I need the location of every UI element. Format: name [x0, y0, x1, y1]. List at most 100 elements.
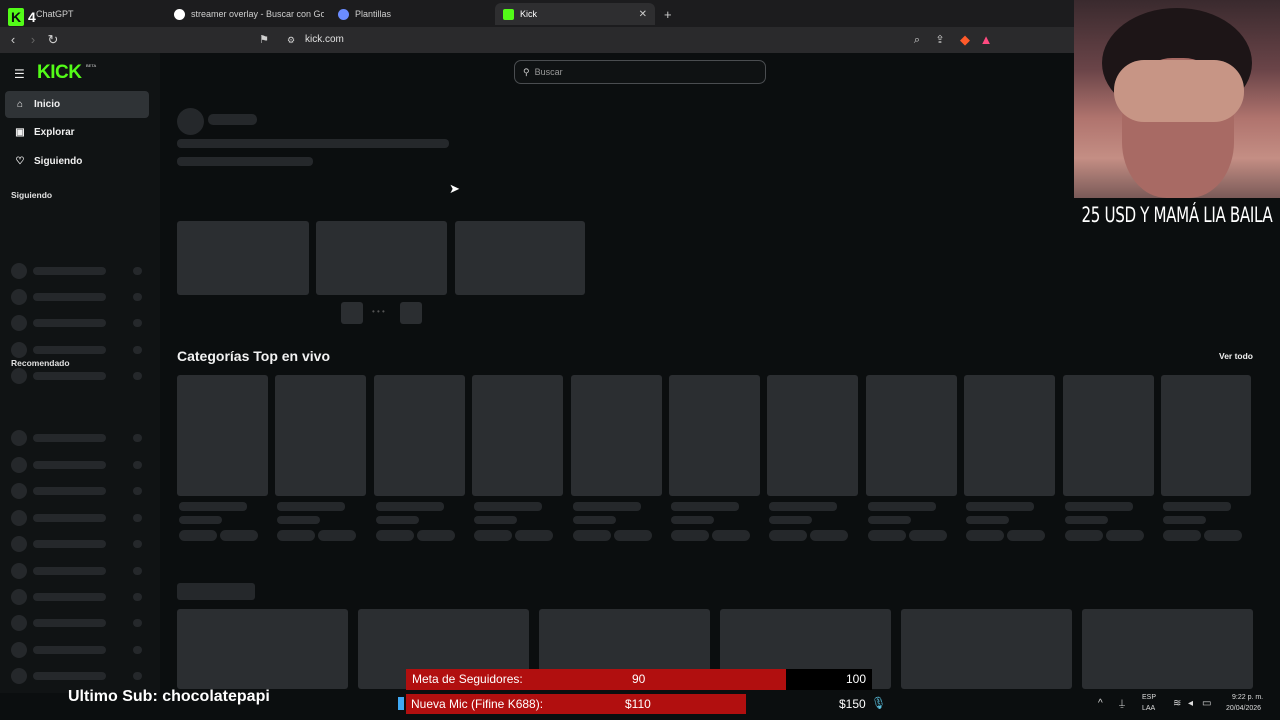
sidebar-item-siguiendo[interactable]: ♡ Siguiendo — [5, 148, 149, 175]
category-card-skeleton[interactable] — [1161, 375, 1251, 496]
channel-name-skeleton — [33, 593, 106, 601]
featured-name-skeleton — [208, 114, 257, 125]
see-all-link[interactable]: Ver todo — [1219, 351, 1253, 361]
canva-icon — [338, 8, 349, 20]
channel-name-skeleton — [33, 267, 106, 275]
viewer-count-skeleton — [133, 372, 142, 380]
share-icon[interactable]: ⇪ — [932, 32, 948, 48]
forward-icon[interactable]: › — [25, 32, 41, 48]
category-card-skeleton[interactable] — [865, 375, 957, 496]
keyboard-layout[interactable]: LAA — [1142, 705, 1155, 712]
sidebar-item-explorar[interactable]: ▣ Explorar — [5, 119, 149, 146]
category-card-skeleton[interactable] — [570, 375, 662, 496]
category-card-skeleton[interactable] — [964, 375, 1056, 496]
sidebar-item-inicio[interactable]: ⌂ Inicio — [5, 91, 149, 118]
viewer-count-skeleton — [133, 461, 142, 469]
heart-icon: ♡ — [15, 156, 25, 167]
category-card-skeleton[interactable] — [472, 375, 564, 496]
channel-avatar-skeleton — [11, 589, 27, 605]
microphone-tray-icon[interactable]: ⍊ — [1119, 698, 1125, 709]
menu-icon[interactable]: ☰ — [14, 67, 25, 81]
category-card-skeleton[interactable] — [767, 375, 859, 496]
category-viewers-skeleton — [966, 516, 1010, 524]
browser-toolbar: ‹ › ↻ ⚑ ⚙ kick.com ⌕ ⇪ ◆ ▲ — [0, 27, 1074, 53]
brave-rewards-icon[interactable]: ▲ — [978, 32, 994, 48]
stream-card-skeleton[interactable] — [901, 609, 1072, 689]
sidebar: ☰ KICK BETA ⌂ Inicio ▣ Explorar ♡ Siguie… — [0, 53, 160, 693]
featured-sub-skeleton — [177, 157, 313, 166]
category-card-skeleton[interactable] — [275, 375, 367, 496]
recommended-heading: Recomendado — [11, 358, 70, 368]
channel-avatar-skeleton — [11, 457, 27, 473]
category-name-skeleton — [867, 502, 936, 511]
zoom-icon[interactable]: ⌕ — [909, 32, 925, 48]
category-tag-skeleton — [179, 530, 217, 541]
overlay-banner-text: 25 USD Y MAMÁ LIA BAILA — [1081, 203, 1273, 227]
channel-name-skeleton — [33, 293, 106, 301]
category-viewers-skeleton — [867, 516, 911, 524]
language-indicator[interactable]: ESP — [1142, 694, 1156, 701]
carousel-card[interactable] — [316, 221, 447, 295]
volume-icon[interactable]: ◂ — [1188, 698, 1193, 709]
clock-date[interactable]: 20/04/2026 — [1226, 705, 1261, 712]
carousel-prev-button[interactable] — [341, 302, 363, 324]
stream-card-skeleton[interactable] — [177, 609, 348, 689]
site-info-icon[interactable]: ⚙ — [283, 32, 299, 48]
category-card-skeleton[interactable] — [177, 375, 268, 496]
kick-logo[interactable]: KICK — [37, 62, 82, 84]
brave-shield-icon[interactable]: ◆ — [957, 32, 973, 48]
carousel-card[interactable] — [177, 221, 309, 295]
category-name-skeleton — [572, 502, 641, 511]
tab-google-search[interactable]: streamer overlay - Buscar con Google — [174, 3, 324, 25]
carousel-card[interactable] — [455, 221, 585, 295]
search-input[interactable]: ⚲ Buscar — [514, 60, 766, 84]
webcam-feed — [1074, 0, 1280, 198]
category-tag-skeleton — [572, 530, 611, 541]
category-name-skeleton — [179, 502, 247, 511]
category-tag-skeleton — [966, 530, 1005, 541]
category-tag-skeleton — [375, 530, 414, 541]
viewer-count-skeleton — [133, 672, 142, 680]
follower-goal-bar: Meta de Seguidores: 90 100 — [406, 669, 872, 690]
channel-name-skeleton — [33, 672, 106, 680]
mic-goal-target: $150 — [839, 697, 866, 711]
channel-avatar-skeleton — [11, 668, 27, 684]
explore-icon: ▣ — [15, 127, 25, 138]
category-card-skeleton[interactable] — [669, 375, 760, 496]
top-categories-title: Categorías Top en vivo — [177, 348, 330, 364]
wifi-icon[interactable]: ≋ — [1173, 698, 1181, 709]
url-field[interactable]: kick.com — [305, 34, 344, 45]
category-name-skeleton — [1064, 502, 1133, 511]
category-tag-skeleton — [416, 530, 455, 541]
kick-favicon-icon — [503, 8, 514, 20]
tray-overflow-icon[interactable]: ^ — [1098, 698, 1103, 709]
stream-card-skeleton[interactable] — [1082, 609, 1253, 689]
category-name-skeleton — [474, 502, 543, 511]
channel-name-skeleton — [33, 346, 106, 354]
carousel-next-button[interactable] — [400, 302, 422, 324]
reload-icon[interactable]: ↻ — [45, 32, 61, 48]
channel-avatar-skeleton — [11, 368, 27, 384]
category-card-skeleton[interactable] — [373, 375, 465, 496]
channel-avatar-skeleton — [11, 563, 27, 579]
category-card-skeleton[interactable] — [1062, 375, 1154, 496]
battery-icon[interactable]: ▭ — [1202, 698, 1211, 709]
tab-plantillas[interactable]: Plantillas — [338, 3, 488, 25]
mic-goal-bar: Nueva Mic (Fifine K688): $110 — [406, 694, 746, 714]
new-tab-icon[interactable]: + — [664, 3, 672, 25]
bookmark-icon[interactable]: ⚑ — [256, 32, 272, 48]
tab-kick[interactable]: Kick ✕ — [495, 3, 655, 25]
category-tag-skeleton — [1064, 530, 1103, 541]
tab-chatgpt[interactable]: ChatGPT — [36, 3, 166, 25]
mouse-cursor-icon: ➤ — [449, 181, 460, 196]
browser-tab-bar: ChatGPT streamer overlay - Buscar con Go… — [0, 0, 1074, 27]
category-tag-skeleton — [1163, 530, 1201, 541]
category-viewers-skeleton — [572, 516, 616, 524]
back-icon[interactable]: ‹ — [5, 32, 21, 48]
viewer-count-skeleton — [133, 646, 142, 654]
clock-time[interactable]: 9:22 p. m. — [1232, 694, 1263, 701]
category-name-skeleton — [769, 502, 838, 511]
close-tab-icon[interactable]: ✕ — [639, 9, 647, 20]
category-tag-skeleton — [769, 530, 808, 541]
channel-avatar-skeleton — [11, 642, 27, 658]
